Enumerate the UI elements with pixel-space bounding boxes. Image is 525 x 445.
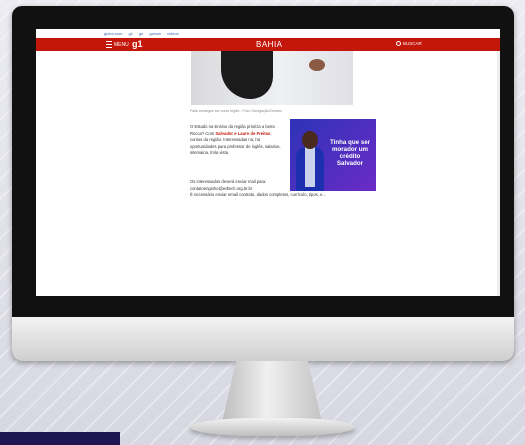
ad-person-head [302, 131, 318, 149]
ad-banner[interactable]: Tinha que ser morador um crédito Salvado… [290, 119, 376, 191]
photo-caption: Falta consegue ser curso inglês - Foto: … [190, 109, 283, 113]
search-button[interactable]: BUSCAR [396, 41, 422, 46]
topstrip-link-gshow[interactable]: gshow [149, 31, 161, 36]
photo-person-arm [221, 51, 273, 99]
menu-button[interactable]: MENU [106, 41, 129, 48]
monitor-chin [12, 317, 514, 361]
article-paragraph-3: É necessário enviar email contrato, dado… [190, 192, 326, 197]
highlight-link[interactable]: Salvador e Lauro de Freitas [215, 131, 270, 136]
hamburger-icon [106, 41, 112, 48]
article-photo [191, 51, 353, 105]
topstrip-link-ge[interactable]: ge [139, 31, 143, 36]
browser-screen: globo.com g1 ge gshow vídeos MENU g1 BAH… [36, 29, 500, 296]
topstrip-link-videos[interactable]: vídeos [167, 31, 179, 36]
portal-topstrip: globo.com g1 ge gshow vídeos [36, 29, 500, 38]
site-logo[interactable]: g1 [132, 39, 143, 49]
article-paragraph-2: Os interessados deverá enviar mail para:… [190, 179, 267, 191]
monitor-stand-neck [222, 361, 322, 423]
topstrip-link-globo[interactable]: globo.com [104, 31, 122, 36]
menu-label: MENU [114, 41, 129, 48]
article-paragraph-1: O Estado na Ensino da região prioriza a … [190, 124, 282, 157]
page-scrollbar[interactable] [497, 51, 500, 296]
ad-person-image [296, 131, 324, 191]
photo-hand [309, 59, 325, 71]
monitor-stand-base [190, 418, 355, 436]
topstrip-link-g1[interactable]: g1 [128, 31, 132, 36]
ad-headline: Tinha que ser morador um crédito Salvado… [329, 139, 371, 167]
bottom-accent-bar [0, 432, 120, 445]
search-label: BUSCAR [403, 41, 422, 46]
site-header: MENU g1 BAHIA BUSCAR [36, 38, 500, 51]
search-icon [396, 41, 401, 46]
ad-person-shirt [305, 147, 315, 187]
section-title[interactable]: BAHIA [256, 40, 283, 49]
